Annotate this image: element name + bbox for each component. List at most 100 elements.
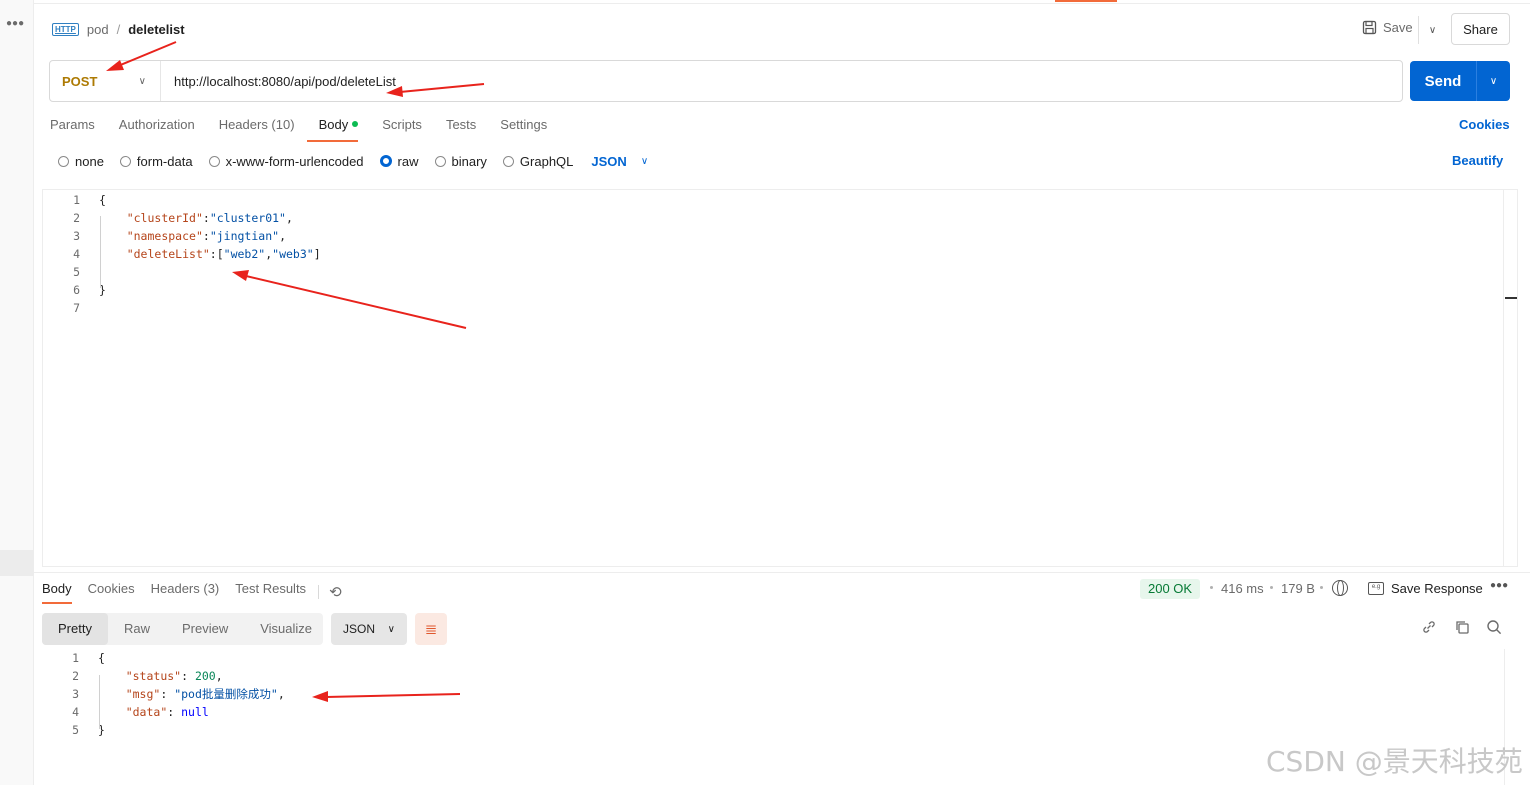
- line-number: 2: [73, 211, 80, 225]
- cookies-link[interactable]: Cookies: [1459, 117, 1510, 132]
- wrap-lines-button[interactable]: ≣: [415, 613, 447, 645]
- body-type-options: none form-data x-www-form-urlencoded raw…: [58, 152, 648, 170]
- editor-minimap-marker: [1505, 297, 1517, 299]
- url-bar: POST ∨ http://localhost:8080/api/pod/del…: [49, 60, 1403, 102]
- response-size[interactable]: 179 B: [1281, 581, 1315, 596]
- body-indicator-dot: [352, 121, 359, 127]
- body-option-none-label: none: [75, 153, 104, 169]
- sidebar-selected-row[interactable]: [0, 550, 34, 576]
- editor-scrollbar[interactable]: [1503, 190, 1517, 566]
- response-divider[interactable]: [34, 572, 1530, 573]
- line-number: 7: [73, 301, 80, 315]
- body-option-raw[interactable]: raw: [379, 154, 419, 169]
- save-dropdown-button[interactable]: ∨: [1418, 16, 1446, 44]
- history-icon[interactable]: ⟲: [329, 583, 342, 601]
- line-number: 3: [73, 229, 80, 243]
- send-dropdown-icon[interactable]: ∨: [1477, 76, 1510, 87]
- save-response-icon[interactable]: e.g: [1368, 582, 1384, 595]
- radio-raw[interactable]: [379, 155, 392, 167]
- json-value: "jingtian": [209, 229, 280, 243]
- json-key: "data": [125, 705, 168, 719]
- search-icon[interactable]: [1486, 619, 1502, 640]
- code-line: 7: [43, 299, 1517, 317]
- body-option-urlencoded[interactable]: x-www-form-urlencoded: [208, 154, 364, 169]
- tab-body[interactable]: Body: [306, 116, 371, 142]
- tab-body-label: Body: [318, 117, 349, 132]
- send-label: Send: [1424, 72, 1462, 90]
- share-button[interactable]: Share: [1451, 13, 1510, 45]
- response-tab-cookies[interactable]: Cookies: [88, 580, 135, 604]
- code-line: 3 "msg": "pod批量删除成功",: [42, 685, 1506, 703]
- chevron-down-icon: ∨: [387, 623, 395, 635]
- json-key: "deleteList": [126, 247, 210, 261]
- response-format-select[interactable]: JSON ∨: [331, 613, 407, 645]
- line-number: 4: [72, 705, 79, 719]
- tab-strip: [34, 0, 1530, 4]
- code-line: 1{: [42, 649, 1506, 667]
- body-format-select[interactable]: JSON: [591, 154, 626, 169]
- tab-params[interactable]: Params: [50, 116, 107, 142]
- code-line: 2 "status": 200,: [42, 667, 1506, 685]
- tab-authorization[interactable]: Authorization: [107, 116, 207, 142]
- line-number: 6: [73, 283, 80, 297]
- response-tab-test-results[interactable]: Test Results: [235, 580, 306, 604]
- tab-tests[interactable]: Tests: [434, 116, 488, 142]
- body-option-none[interactable]: none: [58, 154, 104, 169]
- separator-dot: [1270, 586, 1273, 589]
- json-value: 200: [194, 669, 216, 683]
- method-select[interactable]: POST ∨: [50, 61, 161, 101]
- request-body-editor[interactable]: 1 { 2 "clusterId":"cluster01", 3 "namespa…: [42, 189, 1518, 567]
- tab-settings[interactable]: Settings: [488, 116, 559, 142]
- body-option-graphql[interactable]: GraphQL: [502, 153, 574, 169]
- code-line: 5}: [42, 721, 1506, 739]
- save-button[interactable]: Save: [1362, 20, 1413, 35]
- json-value: "pod批量删除成功": [174, 687, 278, 701]
- view-pretty-button[interactable]: Pretty: [42, 613, 108, 645]
- code-line: 3 "namespace":"jingtian",: [43, 227, 1517, 245]
- body-option-binary[interactable]: binary: [434, 154, 487, 169]
- copy-icon[interactable]: [1454, 619, 1470, 640]
- view-raw-button[interactable]: Raw: [108, 613, 166, 645]
- line-number: 5: [73, 265, 80, 279]
- body-option-graphql-label: GraphQL: [519, 153, 574, 169]
- chevron-down-icon: ∨: [138, 75, 146, 87]
- breadcrumb-collection[interactable]: pod: [87, 22, 109, 37]
- send-button[interactable]: Send ∨: [1410, 61, 1510, 101]
- code-line: 5: [43, 263, 1517, 281]
- save-icon: [1362, 20, 1377, 35]
- globe-icon[interactable]: [1332, 580, 1348, 596]
- more-options-icon[interactable]: ●●●: [1490, 580, 1508, 591]
- view-preview-button[interactable]: Preview: [166, 613, 244, 645]
- response-tab-body[interactable]: Body: [42, 580, 72, 604]
- indent-guide: [100, 216, 101, 288]
- response-tab-headers[interactable]: Headers (3): [151, 580, 220, 604]
- code-text: {: [99, 193, 106, 207]
- separator-dot: [1210, 586, 1213, 589]
- breadcrumb-request-name[interactable]: deletelist: [128, 22, 184, 37]
- tab-headers[interactable]: Headers (10): [207, 116, 307, 142]
- method-label: POST: [62, 73, 98, 89]
- status-badge[interactable]: 200 OK: [1140, 579, 1201, 599]
- line-number: 1: [72, 651, 79, 665]
- radio-urlencoded[interactable]: [208, 155, 220, 167]
- save-response-button[interactable]: Save Response: [1391, 581, 1483, 596]
- view-visualize-button[interactable]: Visualize: [244, 613, 328, 645]
- sidebar-more-icon[interactable]: ●●●: [6, 18, 24, 29]
- tab-scripts[interactable]: Scripts: [370, 116, 434, 142]
- code-line: 2 "clusterId":"cluster01",: [43, 209, 1517, 227]
- url-input[interactable]: http://localhost:8080/api/pod/deleteList: [161, 74, 396, 89]
- active-tab-indicator: [1055, 0, 1117, 2]
- radio-form-data[interactable]: [119, 155, 131, 167]
- radio-graphql[interactable]: [502, 155, 514, 167]
- line-number: 1: [73, 193, 80, 207]
- link-icon[interactable]: [1421, 619, 1437, 640]
- beautify-button[interactable]: Beautify: [1452, 153, 1503, 168]
- chevron-down-icon[interactable]: ∨: [641, 156, 648, 167]
- response-tabs: Body Cookies Headers (3) Test Results ⟲: [42, 580, 342, 604]
- radio-binary[interactable]: [434, 155, 446, 167]
- response-time[interactable]: 416 ms: [1221, 581, 1264, 596]
- divider: [318, 585, 320, 599]
- http-icon: HTTP: [52, 22, 79, 36]
- body-option-form-data[interactable]: form-data: [119, 154, 193, 169]
- radio-none[interactable]: [58, 155, 69, 167]
